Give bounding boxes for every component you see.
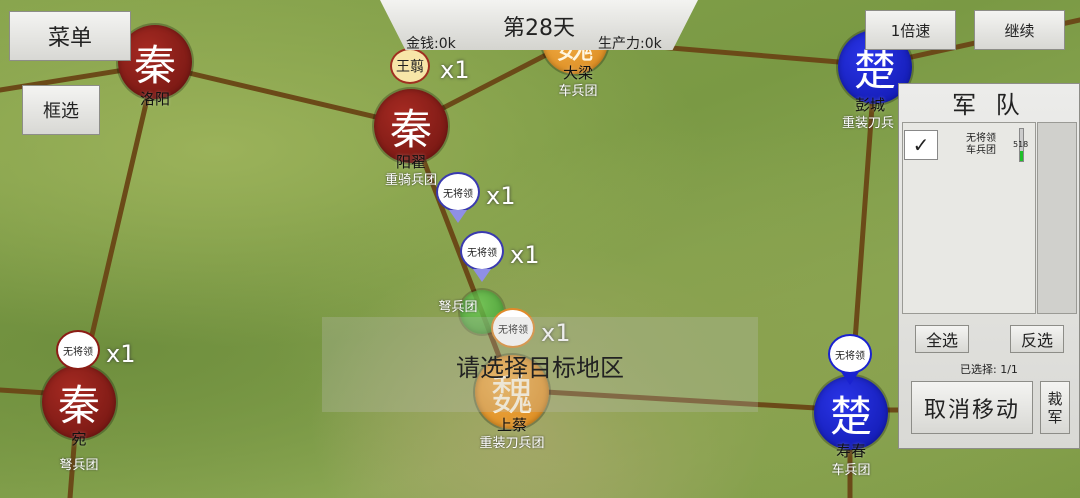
army-pin-2[interactable]: 无将领 [460, 231, 504, 271]
army-entry-checkbox[interactable]: ✓ [904, 130, 938, 160]
city-shouchun-marker[interactable]: 楚 [814, 376, 888, 450]
cancel-move-button[interactable]: 取消移动 [911, 381, 1033, 434]
city-luoyang-name: 洛阳 [139, 90, 171, 108]
army-pin-4-count: x1 [106, 340, 136, 368]
map-stage[interactable]: 秦 洛阳 秦 阳翟 重骑兵团 魏 大梁 车兵团 楚 彭城 重装刀兵 秦 宛 弩兵… [0, 0, 1080, 498]
army-pin-5-tail [841, 372, 859, 385]
army-pin-1[interactable]: 无将领 [436, 172, 480, 212]
continue-button[interactable]: 继续 [974, 10, 1065, 50]
production-readout: 生产力:0k [598, 36, 662, 52]
city-shangcai-unit: 重装刀兵团 [479, 436, 545, 451]
hint-text: 请选择目标地区 [456, 354, 624, 382]
city-pengcheng-unit: 重装刀兵 [841, 116, 895, 131]
selected-count: 已选择: 1/1 [960, 363, 1018, 376]
army-pin-2-tail [473, 269, 491, 282]
city-shouchun-unit: 车兵团 [831, 463, 871, 478]
army-entry-label: 无将领 车兵团 [966, 133, 996, 156]
army-pin-1-count: x1 [486, 182, 516, 210]
general-wangjian-pin[interactable]: 王翦 [390, 48, 430, 84]
city-yangzhai-unit: 重骑兵团 [384, 173, 438, 188]
army-pin-4[interactable]: 无将领 [56, 330, 100, 370]
army-hp-text: 518 [1013, 140, 1029, 149]
speed-button[interactable]: 1倍速 [865, 10, 956, 50]
invert-select-button[interactable]: 反选 [1010, 325, 1064, 353]
city-wan-unit: 弩兵团 [59, 458, 99, 473]
army-pin-1-tail [449, 210, 467, 223]
city-shouchun-name: 寿春 [835, 442, 867, 460]
city-daliang-unit: 车兵团 [558, 84, 598, 99]
army-hp-fill [1020, 151, 1023, 161]
crossbow-unit-label: 弩兵团 [438, 300, 478, 315]
money-readout: 金钱:0k [406, 36, 456, 52]
menu-button[interactable]: 菜单 [9, 11, 131, 61]
general-wangjian-count: x1 [440, 56, 470, 84]
box-select-button[interactable]: 框选 [22, 85, 100, 135]
army-panel-title: 军 队 [952, 91, 1026, 119]
select-all-button[interactable]: 全选 [915, 325, 969, 353]
army-pin-5[interactable]: 无将领 [828, 334, 872, 374]
disband-button[interactable]: 裁 军 [1040, 381, 1070, 434]
army-pin-2-count: x1 [510, 241, 540, 269]
army-list-scrollbar[interactable] [1037, 122, 1077, 314]
city-wan-name: 宛 [71, 430, 87, 448]
